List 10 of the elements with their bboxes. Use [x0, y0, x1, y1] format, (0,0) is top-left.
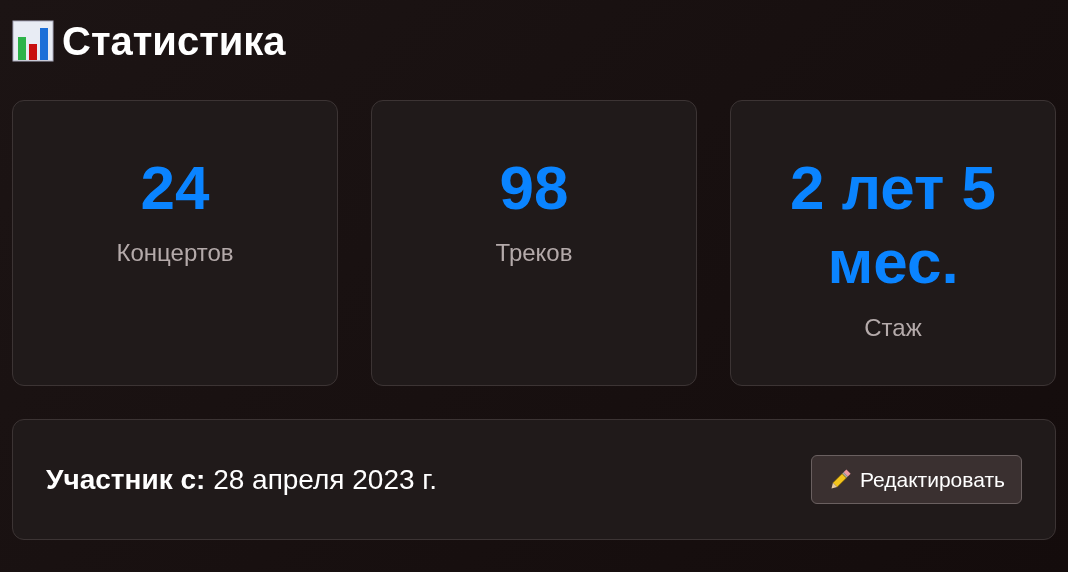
- stat-label: Стаж: [863, 312, 923, 343]
- stat-label: Концертов: [115, 238, 235, 269]
- stat-value: 24: [139, 152, 211, 224]
- page-title: Статистика: [62, 21, 286, 61]
- member-since-text: Участник с: 28 апреля 2023 г.: [46, 462, 437, 497]
- bar-chart-icon: [12, 20, 54, 62]
- stat-label: Треков: [494, 238, 574, 269]
- stat-value: 98: [498, 152, 570, 224]
- stat-value: 2 лет 5 мес.: [789, 152, 997, 299]
- edit-button[interactable]: Редактировать: [810, 454, 1022, 505]
